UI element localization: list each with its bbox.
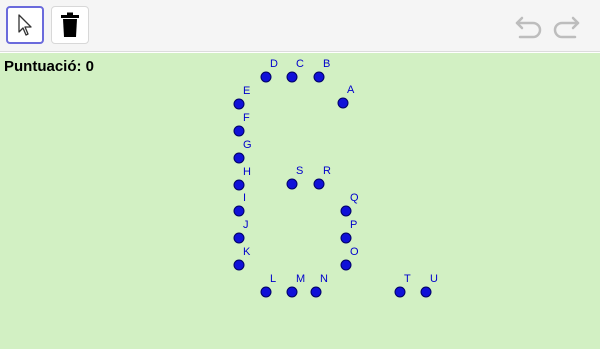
point-g[interactable]: G xyxy=(233,139,252,164)
point-r[interactable]: R xyxy=(313,165,331,190)
point-marker[interactable] xyxy=(310,286,322,298)
point-label: M xyxy=(296,273,305,285)
point-j[interactable]: J xyxy=(233,219,249,244)
point-marker[interactable] xyxy=(260,71,272,83)
point-label: Q xyxy=(350,192,359,204)
point-marker[interactable] xyxy=(286,286,298,298)
point-marker[interactable] xyxy=(286,71,298,83)
point-i[interactable]: I xyxy=(233,192,246,217)
point-o[interactable]: O xyxy=(340,246,359,271)
point-marker[interactable] xyxy=(260,286,272,298)
point-n[interactable]: N xyxy=(310,273,328,298)
point-f[interactable]: F xyxy=(233,112,250,137)
point-label: S xyxy=(296,165,303,177)
point-marker[interactable] xyxy=(233,259,245,271)
point-label: U xyxy=(430,273,438,285)
point-c[interactable]: C xyxy=(286,58,304,83)
point-marker[interactable] xyxy=(340,205,352,217)
point-a[interactable]: A xyxy=(337,84,355,109)
point-marker[interactable] xyxy=(337,97,349,109)
point-label: L xyxy=(270,273,276,285)
point-label: C xyxy=(296,58,304,70)
point-l[interactable]: L xyxy=(260,273,276,298)
point-marker[interactable] xyxy=(340,232,352,244)
point-label: F xyxy=(243,112,250,124)
point-e[interactable]: E xyxy=(233,85,250,110)
point-marker[interactable] xyxy=(286,178,298,190)
point-label: D xyxy=(270,58,278,70)
point-b[interactable]: B xyxy=(313,58,330,83)
point-label: N xyxy=(320,273,328,285)
point-marker[interactable] xyxy=(420,286,432,298)
point-q[interactable]: Q xyxy=(340,192,359,217)
point-marker[interactable] xyxy=(233,98,245,110)
point-marker[interactable] xyxy=(313,178,325,190)
point-h[interactable]: H xyxy=(233,166,251,191)
point-s[interactable]: S xyxy=(286,165,303,190)
point-k[interactable]: K xyxy=(233,246,251,271)
point-marker[interactable] xyxy=(394,286,406,298)
point-marker[interactable] xyxy=(233,205,245,217)
point-t[interactable]: T xyxy=(394,273,411,298)
point-label: A xyxy=(347,84,355,96)
point-marker[interactable] xyxy=(233,179,245,191)
point-label: R xyxy=(323,165,331,177)
point-marker[interactable] xyxy=(313,71,325,83)
point-label: G xyxy=(243,139,252,151)
point-d[interactable]: D xyxy=(260,58,278,83)
point-label: P xyxy=(350,219,357,231)
point-label: J xyxy=(243,219,249,231)
point-m[interactable]: M xyxy=(286,273,305,298)
point-label: O xyxy=(350,246,359,258)
point-p[interactable]: P xyxy=(340,219,357,244)
point-label: K xyxy=(243,246,251,258)
point-marker[interactable] xyxy=(340,259,352,271)
point-label: B xyxy=(323,58,330,70)
point-label: E xyxy=(243,85,250,97)
point-marker[interactable] xyxy=(233,125,245,137)
point-u[interactable]: U xyxy=(420,273,438,298)
point-marker[interactable] xyxy=(233,232,245,244)
point-label: T xyxy=(404,273,411,285)
points-board: D C B A E F G H S R I Q J P K O L M N T U xyxy=(233,58,438,298)
point-marker[interactable] xyxy=(233,152,245,164)
point-label: H xyxy=(243,166,251,178)
point-label: I xyxy=(243,192,246,204)
